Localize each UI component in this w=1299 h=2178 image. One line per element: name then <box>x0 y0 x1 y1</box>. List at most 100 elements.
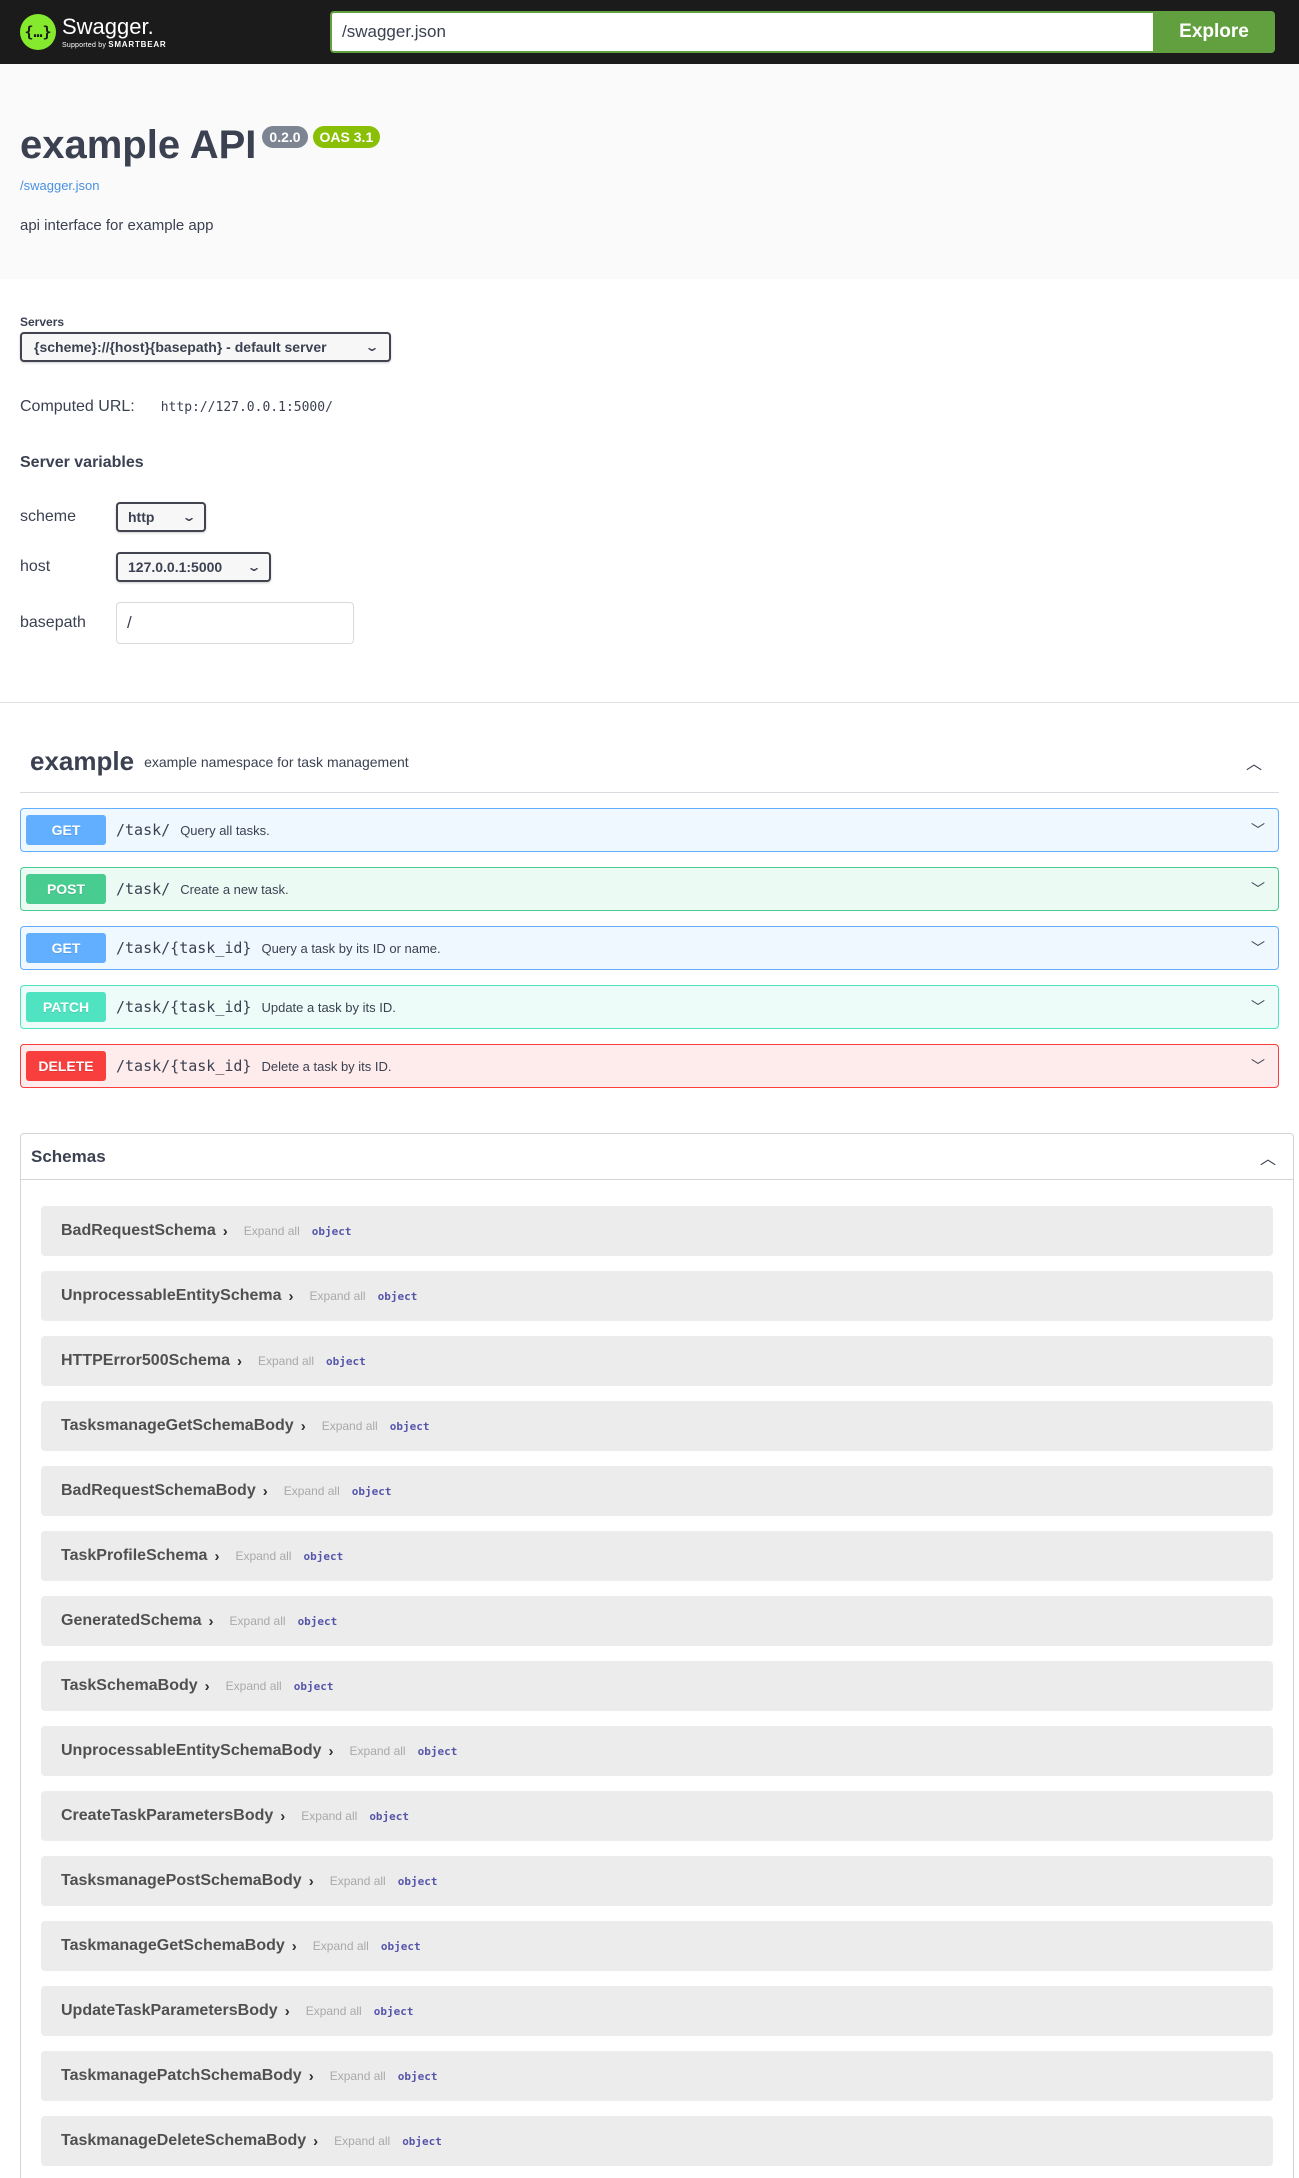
expand-all-button[interactable]: Expand all <box>284 1484 340 1498</box>
schema-name[interactable]: HTTPError500Schema <box>61 1352 230 1370</box>
schema-item[interactable]: TaskmanageDeleteSchemaBody › Expand all obj… <box>41 2116 1273 2166</box>
operation-delete-task[interactable]: DELETE /task/{task_id} Delete a task by … <box>20 1044 1279 1088</box>
operation-patch-task[interactable]: PATCH /task/{task_id} Update a task by i… <box>20 985 1279 1029</box>
schemas-title: Schemas <box>31 1146 106 1166</box>
schema-item[interactable]: UpdateTaskParametersBody › Expand all objec… <box>41 1986 1273 2036</box>
servers-section: Servers {scheme}://{host}{basepath} - de… <box>0 279 1299 703</box>
expand-all-button[interactable]: Expand all <box>350 1744 406 1758</box>
schema-item[interactable]: BadRequestSchemaBody › Expand all object <box>41 1466 1273 1516</box>
swagger-brand[interactable]: {…} Swagger. Supported by SMARTBEAR <box>20 14 330 50</box>
expand-all-button[interactable]: Expand all <box>313 1939 369 1953</box>
scheme-select[interactable]: http ⌄ <box>116 502 206 532</box>
server-select[interactable]: {scheme}://{host}{basepath} - default se… <box>20 332 391 362</box>
chevron-right-icon[interactable]: › <box>223 1223 228 1240</box>
spec-link[interactable]: /swagger.json <box>20 178 1279 193</box>
schema-name[interactable]: TasksmanageGetSchemaBody <box>61 1417 294 1435</box>
schema-name[interactable]: BadRequestSchema <box>61 1222 216 1240</box>
schema-type: object <box>377 1289 418 1303</box>
chevron-right-icon[interactable]: › <box>205 1678 210 1695</box>
chevron-right-icon[interactable]: › <box>285 2003 290 2020</box>
expand-all-button[interactable]: Expand all <box>235 1549 291 1563</box>
schema-name[interactable]: UnprocessableEntitySchemaBody <box>61 1742 322 1760</box>
host-select[interactable]: 127.0.0.1:5000 ⌄ <box>116 552 271 582</box>
chevron-up-icon[interactable]: ︿ <box>1239 750 1269 774</box>
chevron-right-icon[interactable]: › <box>309 2068 314 2085</box>
expand-all-button[interactable]: Expand all <box>310 1289 366 1303</box>
chevron-right-icon[interactable]: › <box>301 1418 306 1435</box>
schema-item[interactable]: TaskmanageGetSchemaBody › Expand all object <box>41 1921 1273 1971</box>
method-badge: GET <box>26 815 106 845</box>
chevron-right-icon[interactable]: › <box>263 1483 268 1500</box>
scheme-select-value: http <box>128 509 155 525</box>
chevron-right-icon[interactable]: › <box>289 1288 294 1305</box>
expand-all-button[interactable]: Expand all <box>330 1874 386 1888</box>
schema-name[interactable]: TasksmanagePostSchemaBody <box>61 1872 302 1890</box>
schema-item[interactable]: UnprocessableEntitySchemaBody › Expand all… <box>41 1726 1273 1776</box>
chevron-down-icon[interactable]: ﹀ <box>1243 1056 1273 1076</box>
title-row: example API 0.2.0 OAS 3.1 <box>20 120 1279 170</box>
spec-url-input[interactable] <box>330 11 1153 53</box>
variable-label: host <box>20 558 51 575</box>
schema-name[interactable]: TaskmanagePatchSchemaBody <box>61 2067 302 2085</box>
schema-item[interactable]: TasksmanagePostSchemaBody › Expand all obje… <box>41 1856 1273 1906</box>
schema-name[interactable]: UnprocessableEntitySchema <box>61 1287 282 1305</box>
expand-all-button[interactable]: Expand all <box>230 1614 286 1628</box>
schema-name[interactable]: BadRequestSchemaBody <box>61 1482 256 1500</box>
schema-item[interactable]: TaskProfileSchema › Expand all object <box>41 1531 1273 1581</box>
expand-all-button[interactable]: Expand all <box>226 1679 282 1693</box>
schema-type: object <box>369 1809 410 1823</box>
brand-sub-prefix: Supported by <box>62 41 107 49</box>
expand-all-button[interactable]: Expand all <box>301 1809 357 1823</box>
chevron-down-icon[interactable]: ﹀ <box>1243 879 1273 899</box>
chevron-right-icon[interactable]: › <box>237 1353 242 1370</box>
operation-get-task-by-id[interactable]: GET /task/{task_id} Query a task by its … <box>20 926 1279 970</box>
schema-item[interactable]: TasksmanageGetSchemaBody › Expand all objec… <box>41 1401 1273 1451</box>
schema-name[interactable]: TaskSchemaBody <box>61 1677 198 1695</box>
tag-description: example namespace for task management <box>144 753 409 770</box>
operation-path: /task/ <box>116 880 171 898</box>
tag-header-example[interactable]: example example namespace for task manag… <box>20 731 1279 793</box>
schema-item[interactable]: HTTPError500Schema › Expand all object <box>41 1336 1273 1386</box>
chevron-right-icon[interactable]: › <box>309 1873 314 1890</box>
chevron-right-icon[interactable]: › <box>292 1938 297 1955</box>
brand-name: Swagger. <box>62 13 154 39</box>
chevron-right-icon[interactable]: › <box>280 1808 285 1825</box>
schema-name[interactable]: TaskmanageGetSchemaBody <box>61 1937 285 1955</box>
schema-item[interactable]: TaskSchemaBody › Expand all object <box>41 1661 1273 1711</box>
expand-all-button[interactable]: Expand all <box>258 1354 314 1368</box>
schema-item[interactable]: BadRequestSchema › Expand all object <box>41 1206 1273 1256</box>
chevron-right-icon[interactable]: › <box>329 1743 334 1760</box>
chevron-up-icon[interactable]: ︿ <box>1253 1145 1283 1169</box>
schema-name[interactable]: TaskmanageDeleteSchemaBody <box>61 2132 306 2150</box>
schema-item[interactable]: GeneratedSchema › Expand all object <box>41 1596 1273 1646</box>
schema-name[interactable]: GeneratedSchema <box>61 1612 202 1630</box>
schema-item[interactable]: TaskmanagePatchSchemaBody › Expand all obje… <box>41 2051 1273 2101</box>
schema-item[interactable]: UnprocessableEntitySchema › Expand all obje… <box>41 1271 1273 1321</box>
chevron-down-icon[interactable]: ﹀ <box>1243 820 1273 840</box>
schema-name[interactable]: TaskProfileSchema <box>61 1547 207 1565</box>
chevron-down-icon[interactable]: ﹀ <box>1243 997 1273 1017</box>
computed-url-row: Computed URL: http://127.0.0.1:5000/ <box>20 398 1279 416</box>
basepath-input[interactable] <box>116 602 354 644</box>
operation-get-task-list[interactable]: GET /task/ Query all tasks. ﹀ <box>20 808 1279 852</box>
schema-type: object <box>389 1419 430 1433</box>
expand-all-button[interactable]: Expand all <box>244 1224 300 1238</box>
operation-summary: Query all tasks. <box>180 822 270 838</box>
chevron-down-icon: ⌄ <box>364 340 380 354</box>
chevron-right-icon[interactable]: › <box>209 1613 214 1630</box>
expand-all-button[interactable]: Expand all <box>334 2134 390 2148</box>
chevron-right-icon[interactable]: › <box>313 2133 318 2150</box>
chevron-right-icon[interactable]: › <box>214 1548 219 1565</box>
expand-all-button[interactable]: Expand all <box>322 1419 378 1433</box>
chevron-down-icon[interactable]: ﹀ <box>1243 938 1273 958</box>
schema-name[interactable]: CreateTaskParametersBody <box>61 1807 273 1825</box>
operation-path: /task/{task_id} <box>116 939 252 957</box>
variable-label: scheme <box>20 508 77 525</box>
explore-button[interactable]: Explore <box>1153 11 1275 53</box>
schema-item[interactable]: CreateTaskParametersBody › Expand all objec… <box>41 1791 1273 1841</box>
schema-name[interactable]: UpdateTaskParametersBody <box>61 2002 278 2020</box>
expand-all-button[interactable]: Expand all <box>330 2069 386 2083</box>
schemas-header[interactable]: Schemas ︿ <box>21 1134 1293 1180</box>
operation-post-task[interactable]: POST /task/ Create a new task. ﹀ <box>20 867 1279 911</box>
expand-all-button[interactable]: Expand all <box>306 2004 362 2018</box>
